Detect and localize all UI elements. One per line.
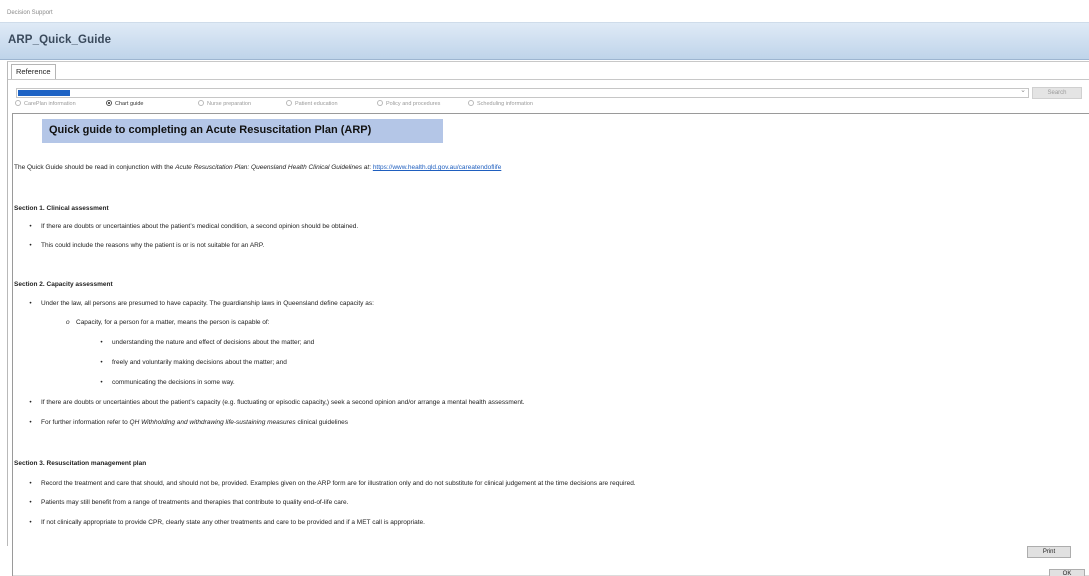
- bullet-icon: •: [29, 519, 32, 526]
- radio-chart-guide[interactable]: Chart guide: [106, 100, 143, 108]
- section-1-bullet: If there are doubts or uncertainties abo…: [41, 223, 359, 230]
- bullet-icon: •: [29, 242, 32, 249]
- intro-guideline-title: Acute Resuscitation Plan: Queensland Hea…: [175, 164, 370, 171]
- radio-label: Chart guide: [115, 101, 144, 107]
- radio-label: Nurse preparation: [207, 101, 252, 107]
- radio-label: Policy and procedures: [386, 101, 441, 107]
- bullet-icon: •: [100, 359, 103, 366]
- radio-icon: [286, 100, 292, 106]
- bullet-icon: •: [29, 499, 32, 506]
- print-button[interactable]: Print: [1027, 546, 1071, 558]
- tab-divider: [8, 79, 1089, 80]
- section-2-sub-item: Capacity, for a person for a matter, mea…: [76, 319, 270, 326]
- radio-icon: [198, 100, 204, 106]
- section-2-bullet: For further information refer to QH With…: [41, 419, 348, 427]
- bullet-text: For further information refer to: [41, 419, 130, 426]
- intro-paragraph: The Quick Guide should be read in conjun…: [14, 164, 501, 172]
- radio-patient-education[interactable]: Patient education: [286, 100, 338, 108]
- radio-policy-and-procedures[interactable]: Policy and procedures: [377, 100, 440, 108]
- header-bar: ARP_Quick_Guide: [0, 22, 1089, 60]
- radio-label: Scheduling information: [477, 101, 533, 107]
- bullet-icon: •: [29, 419, 32, 426]
- section-2-sub-bullet: understanding the nature and effect of d…: [112, 339, 315, 346]
- document-viewer[interactable]: Quick guide to completing an Acute Resus…: [12, 113, 1089, 576]
- window-title: Decision Support: [0, 0, 1089, 22]
- chevron-down-icon[interactable]: ⌄: [1020, 86, 1026, 94]
- combobox-selection: [18, 90, 70, 96]
- radio-label: CarePlan information: [24, 101, 76, 107]
- topic-combobox[interactable]: ⌄: [16, 86, 1029, 98]
- sub-bullet-marker: o: [66, 319, 70, 326]
- section-1-heading: Section 1. Clinical assessment: [14, 205, 109, 212]
- section-3-bullet: If not clinically appropriate to provide…: [41, 519, 425, 526]
- bullet-icon: •: [29, 480, 32, 487]
- radio-selected-icon: [106, 100, 112, 106]
- radio-icon: [15, 100, 21, 106]
- search-button[interactable]: Search: [1032, 87, 1082, 99]
- tab-reference[interactable]: Reference: [11, 64, 56, 79]
- bullet-icon: •: [100, 339, 103, 346]
- page-title: ARP_Quick_Guide: [8, 34, 112, 46]
- section-1-bullet: This could include the reasons why the p…: [41, 242, 265, 249]
- intro-text: The Quick Guide should be read in conjun…: [14, 164, 176, 171]
- bullet-icon: •: [100, 379, 103, 386]
- main-panel: Reference ⌄ Search CarePlan information …: [7, 61, 1089, 576]
- section-3-heading: Section 3. Resuscitation management plan: [14, 460, 147, 467]
- guidelines-link[interactable]: https://www.health.qld.gov.au/careatendo…: [373, 164, 502, 171]
- radio-nurse-preparation[interactable]: Nurse preparation: [198, 100, 251, 108]
- section-2-heading: Section 2. Capacity assessment: [14, 281, 113, 288]
- section-2-bullet: Under the law, all persons are presumed …: [41, 300, 374, 307]
- radio-icon: [468, 100, 474, 106]
- radio-scheduling-information[interactable]: Scheduling information: [468, 100, 533, 108]
- bullet-icon: •: [29, 399, 32, 406]
- document-title: Quick guide to completing an Acute Resus…: [42, 119, 443, 143]
- bullet-icon: •: [29, 223, 32, 230]
- guideline-title: QH Withholding and withdrawing life-sust…: [129, 419, 296, 426]
- radio-icon: [377, 100, 383, 106]
- section-3-bullet: Patients may still benefit from a range …: [41, 499, 349, 506]
- radio-label: Patient education: [295, 101, 338, 107]
- ok-button[interactable]: OK: [1049, 569, 1085, 576]
- bullet-icon: •: [29, 300, 32, 307]
- radio-careplan-information[interactable]: CarePlan information: [15, 100, 76, 108]
- category-radio-group: CarePlan information Chart guide Nurse p…: [15, 100, 1085, 110]
- section-2-bullet: If there are doubts or uncertainties abo…: [41, 399, 525, 406]
- section-2-sub-bullet: freely and voluntarily making decisions …: [112, 359, 287, 366]
- section-3-bullet: Record the treatment and care that shoul…: [41, 480, 636, 487]
- bullet-text: clinical guidelines: [295, 419, 349, 426]
- section-2-sub-bullet: communicating the decisions in some way.: [112, 379, 235, 386]
